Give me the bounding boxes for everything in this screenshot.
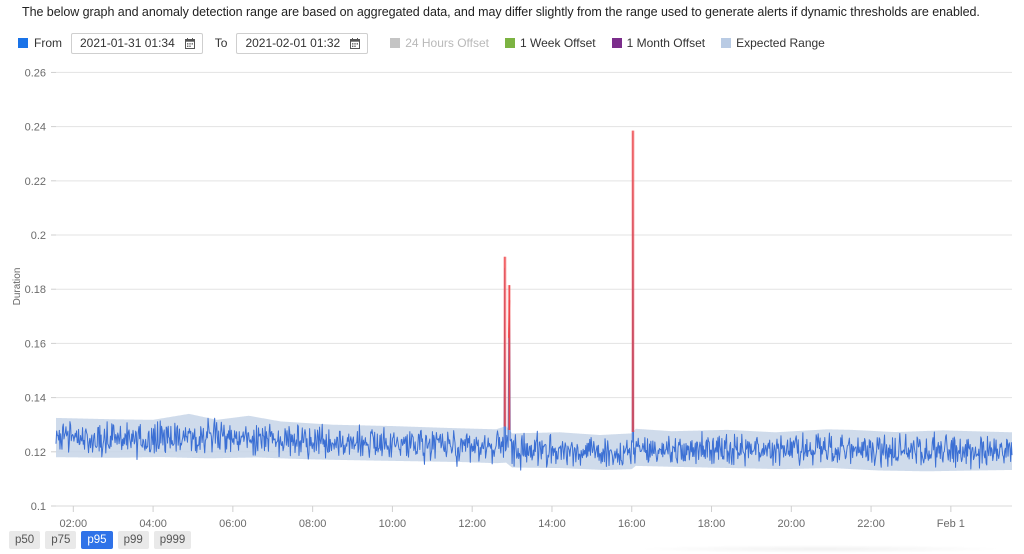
chart-toolbar: From 2021-01-31 01:34 To 2021-02-01 01:3… [18,31,825,55]
percentile-button-p999[interactable]: p999 [153,531,192,549]
x-axis-tick-label: Feb 1 [937,518,965,530]
x-axis-tick-label: 18:00 [698,518,726,530]
legend-item-label: Expected Range [736,36,825,50]
x-axis-tick-label: 20:00 [778,518,806,530]
series-legend: 24 Hours Offset 1 Week Offset 1 Month Offs… [368,36,825,50]
latency-chart[interactable]: 0.1 0.12 0.14 0.16 0.18 0.2 0.22 0.24 0.26 Durati… [0,56,1024,536]
aggregation-notice: The below graph and anomaly detection ra… [22,5,980,19]
percentile-button-p99[interactable]: p99 [117,531,149,549]
legend-color-swatch [505,38,516,48]
x-axis-tick-label: 08:00 [299,518,327,530]
calendar-icon[interactable] [184,37,195,49]
legend-item-1-week-offset[interactable]: 1 Week Offset [505,36,596,50]
y-axis-tick-label: 0.12 [25,447,46,459]
scroll-shadow [640,545,1000,553]
to-label: To [214,36,228,50]
y-axis-tick-label: 0.14 [25,393,46,405]
legend-item-label: 1 Week Offset [520,36,596,50]
percentile-button-p95[interactable]: p95 [81,531,113,549]
y-axis-tick-label: 0.26 [25,67,46,79]
x-axis-tick-label: 22:00 [857,518,885,530]
y-axis-tick-label: 0.22 [25,176,46,188]
y-axis-tick-label: 0.2 [31,230,46,242]
legend-color-swatch [611,38,622,48]
y-axis-title: Duration [12,268,23,306]
legend-item-label: 1 Month Offset [626,36,706,50]
percentile-button-p75[interactable]: p75 [45,531,77,549]
chart-canvas[interactable]: 0.1 0.12 0.14 0.16 0.18 0.2 0.22 0.24 0.26 Durati… [0,56,1024,536]
x-axis-tick-label: 16:00 [618,518,646,530]
x-axis-tick-label: 02:00 [60,518,88,530]
x-axis-tick-label: 14:00 [538,518,566,530]
to-date-input[interactable]: 2021-02-01 01:32 [236,32,369,54]
legend-item-label: 24 Hours Offset [405,36,490,50]
legend-color-swatch [721,38,732,48]
x-axis-tick-label: 06:00 [219,518,247,530]
x-axis-tick-label: 04:00 [139,518,167,530]
legend-item-1-month-offset[interactable]: 1 Month Offset [611,36,706,50]
to-date-value: 2021-02-01 01:32 [245,35,341,50]
x-axis-ticks: 02:00 04:00 06:00 08:00 10:00 12:00 14:00 16:00… [60,506,965,530]
y-axis-tick-label: 0.16 [25,338,46,350]
percentile-button-p50[interactable]: p50 [9,531,41,549]
from-label: From [34,36,62,50]
series-color-swatch [18,38,28,48]
calendar-icon[interactable] [350,37,361,49]
from-date-value: 2021-01-31 01:34 [80,35,175,50]
legend-item-24-hours-offset[interactable]: 24 Hours Offset [390,36,489,50]
legend-item-expected-range[interactable]: Expected Range [721,36,825,50]
x-axis-tick-label: 10:00 [379,518,407,530]
from-date-input[interactable]: 2021-01-31 01:34 [71,32,203,54]
legend-color-swatch [390,38,401,48]
y-axis-tick-label: 0.18 [25,284,46,296]
y-axis-tick-label: 0.24 [25,122,46,134]
percentile-selector[interactable]: p50 p75 p95 p99 p999 [9,531,192,549]
y-axis-tick-label: 0.1 [31,501,46,513]
x-axis-tick-label: 12:00 [458,518,486,530]
